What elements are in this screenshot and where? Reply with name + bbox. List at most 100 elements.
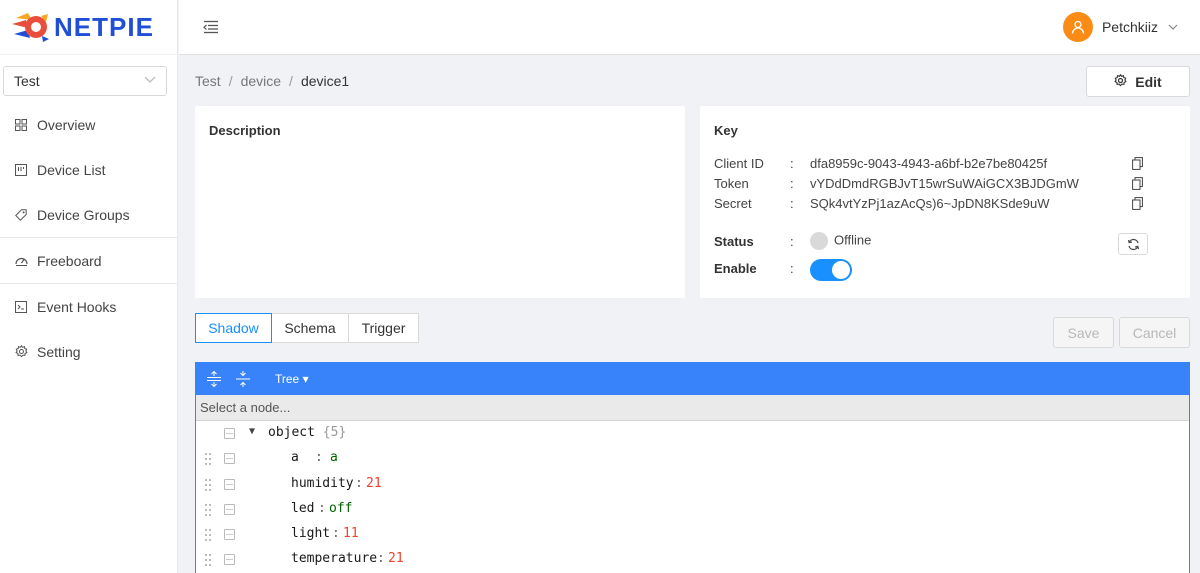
drag-handle-icon[interactable] [204, 528, 212, 542]
enable-row: Enable : [714, 259, 1184, 283]
field-value[interactable]: 11 [343, 526, 359, 541]
tree-row[interactable]: temperature : 21 [196, 547, 1189, 572]
device-list-icon [14, 163, 28, 177]
terminal-icon [14, 300, 28, 314]
sidebar-item-setting[interactable]: Setting [0, 329, 177, 374]
breadcrumb-item-device[interactable]: device [241, 73, 281, 89]
drag-handle-icon[interactable] [204, 478, 212, 492]
secret-row: Secret : SQk4vtYzPj1azAcQs)6~JpDN8KSde9u… [714, 196, 1184, 214]
refresh-button[interactable] [1118, 233, 1148, 255]
chevron-down-icon [144, 75, 156, 87]
colon: : [790, 234, 794, 249]
copy-icon[interactable] [1132, 197, 1143, 213]
netpie-logo-icon [12, 13, 49, 42]
enable-switch[interactable] [810, 259, 852, 281]
sidebar-item-overview[interactable]: Overview [0, 102, 177, 147]
gear-icon [1114, 73, 1127, 90]
sidebar-item-device-list[interactable]: Device List [0, 147, 177, 192]
cancel-button[interactable]: Cancel [1119, 317, 1190, 348]
user-menu[interactable]: Petchkiiz [1062, 12, 1178, 42]
field-separator: : [355, 475, 363, 491]
field-value[interactable]: 21 [366, 476, 382, 491]
menu-fold-icon[interactable] [203, 20, 219, 37]
expand-all-icon[interactable] [205, 370, 223, 388]
sidebar-item-label: Setting [37, 343, 81, 360]
sidebar-item-label: Event Hooks [37, 298, 117, 315]
description-card: Description [195, 106, 685, 298]
edit-button-label: Edit [1135, 73, 1162, 90]
colon: : [790, 156, 794, 171]
field-value[interactable]: 21 [388, 551, 404, 566]
sidebar-item-label: Device List [37, 161, 106, 178]
secret-value: SQk4vtYzPj1azAcQs)6~JpDN8KSde9uW [810, 196, 1050, 211]
context-menu-icon[interactable] [224, 503, 235, 515]
colon: : [790, 261, 794, 276]
tab-trigger[interactable]: Trigger [348, 313, 419, 343]
breadcrumb-item-project[interactable]: Test [195, 73, 221, 89]
tree-row[interactable]: a : a [196, 446, 1189, 471]
editor-navbar[interactable]: Select a node... [196, 395, 1189, 421]
json-editor: Tree ▾ Select a node... ▼ object {5} a :… [195, 362, 1190, 573]
field-key[interactable]: led [291, 501, 314, 516]
tree-row[interactable]: led : off [196, 497, 1189, 522]
save-label: Save [1067, 324, 1100, 341]
field-separator: : [315, 450, 323, 466]
field-value[interactable]: off [329, 501, 352, 516]
sidebar-item-device-groups[interactable]: Device Groups [0, 192, 177, 237]
context-menu-icon[interactable] [224, 478, 235, 490]
gear-icon [14, 345, 28, 359]
grid-icon [14, 118, 28, 132]
sidebar-menu: Overview Device List Device Groups Freeb… [0, 102, 177, 374]
drag-handle-icon[interactable] [204, 553, 212, 567]
enable-label: Enable [714, 261, 757, 276]
field-key[interactable]: a [291, 450, 299, 465]
edit-button[interactable]: Edit [1086, 66, 1190, 97]
shadow-tabs: Shadow Schema Trigger [195, 313, 419, 343]
tab-shadow[interactable]: Shadow [195, 313, 272, 343]
user-icon [1071, 20, 1085, 34]
sidebar: NETPIE Test Overview Device List Device … [0, 0, 178, 573]
breadcrumb: Test / device / device1 [195, 73, 350, 89]
tab-label: Schema [284, 320, 336, 336]
field-key[interactable]: humidity [291, 476, 354, 491]
tag-icon [14, 208, 28, 222]
logo-text: NETPIE [54, 11, 154, 42]
drag-handle-icon[interactable] [204, 503, 212, 517]
enable-switch-wrap [810, 259, 852, 281]
cancel-label: Cancel [1132, 324, 1177, 341]
context-menu-icon[interactable] [224, 529, 235, 541]
colon: : [790, 196, 794, 211]
status-row: Status : Offline [714, 232, 1184, 256]
tab-label: Shadow [208, 320, 259, 336]
root-node: object {5} [268, 425, 346, 440]
copy-icon[interactable] [1132, 157, 1143, 173]
context-menu-icon[interactable] [224, 428, 235, 439]
project-select[interactable]: Test [3, 66, 167, 96]
drag-handle-icon[interactable] [204, 452, 212, 466]
field-value[interactable]: a [330, 450, 338, 465]
field-key[interactable]: light [291, 526, 330, 541]
netpie-logo[interactable]: NETPIE [0, 0, 177, 55]
tab-label: Trigger [361, 320, 406, 336]
context-menu-icon[interactable] [224, 554, 235, 566]
expand-triangle-icon[interactable]: ▼ [249, 426, 255, 437]
tree-row[interactable]: humidity : 21 [196, 472, 1189, 497]
field-key[interactable]: temperature [291, 551, 377, 566]
sidebar-item-freeboard[interactable]: Freeboard [0, 238, 177, 283]
save-button[interactable]: Save [1053, 317, 1114, 348]
tree-row-root[interactable]: ▼ object {5} [196, 421, 1189, 446]
json-tree: ▼ object {5} a : a humidity : 21 led : o… [196, 421, 1189, 573]
user-name: Petchkiiz [1101, 19, 1158, 35]
client-id-row: Client ID : dfa8959c-9043-4943-a6bf-b2e7… [714, 156, 1184, 174]
sidebar-item-label: Device Groups [37, 206, 130, 223]
tab-schema[interactable]: Schema [271, 313, 349, 343]
copy-icon[interactable] [1132, 177, 1143, 193]
collapse-all-icon[interactable] [234, 370, 252, 388]
gauge-icon [14, 254, 28, 268]
context-menu-icon[interactable] [224, 453, 235, 465]
sidebar-item-event-hooks[interactable]: Event Hooks [0, 284, 177, 329]
tree-row[interactable]: light : 11 [196, 522, 1189, 547]
editor-mode-dropdown[interactable]: Tree ▾ [275, 372, 309, 386]
secret-label: Secret [714, 196, 752, 211]
refresh-icon [1127, 238, 1139, 250]
